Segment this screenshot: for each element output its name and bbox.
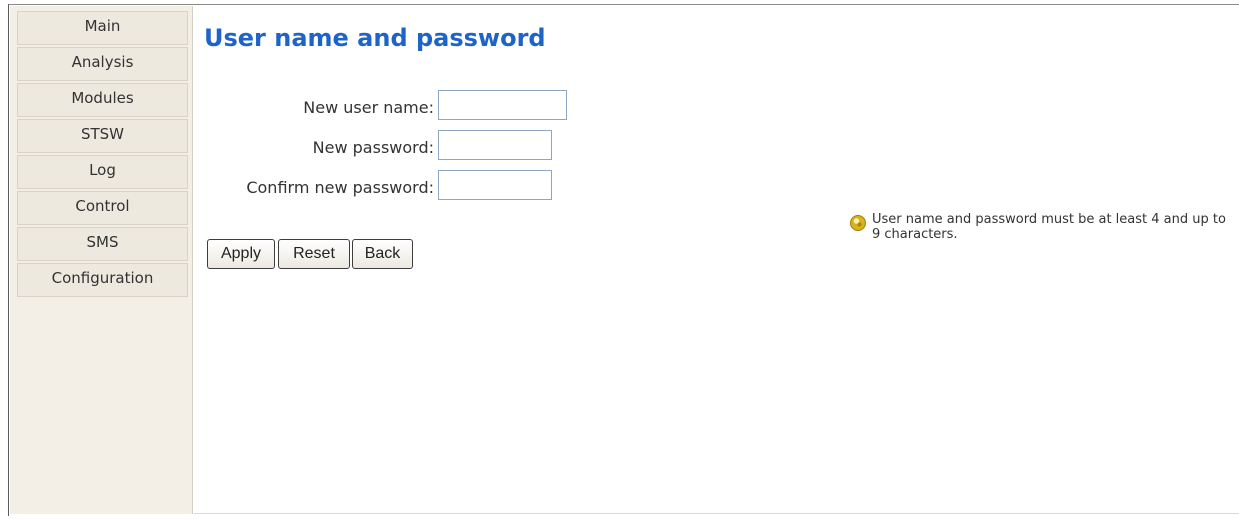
sidebar-item-sms[interactable]: SMS (17, 227, 188, 261)
bottom-divider (194, 513, 1239, 514)
reset-button[interactable]: Reset (278, 239, 350, 269)
sidebar: Main Analysis Modules STSW Log Control S… (10, 6, 193, 514)
apply-button[interactable]: Apply (207, 239, 275, 269)
sidebar-item-modules[interactable]: Modules (17, 83, 188, 117)
sidebar-item-main[interactable]: Main (17, 11, 188, 45)
nav-list: Main Analysis Modules STSW Log Control S… (17, 11, 188, 299)
sidebar-item-configuration[interactable]: Configuration (17, 263, 188, 297)
username-input[interactable] (438, 90, 567, 120)
sidebar-item-stsw[interactable]: STSW (17, 119, 188, 153)
confirm-password-label: Confirm new password: (246, 178, 434, 197)
password-label: New password: (312, 138, 434, 157)
password-input[interactable] (438, 130, 552, 160)
back-button[interactable]: Back (352, 239, 413, 269)
sidebar-item-control[interactable]: Control (17, 191, 188, 225)
sidebar-item-log[interactable]: Log (17, 155, 188, 189)
confirm-password-input[interactable] (438, 170, 552, 200)
main-content: User name and password New user name: Ne… (194, 6, 1239, 514)
hint-text: User name and password must be at least … (872, 212, 1226, 242)
info-bulb-icon (850, 215, 866, 231)
username-label: New user name: (303, 98, 434, 117)
sidebar-item-analysis[interactable]: Analysis (17, 47, 188, 81)
page-title: User name and password (204, 24, 546, 52)
